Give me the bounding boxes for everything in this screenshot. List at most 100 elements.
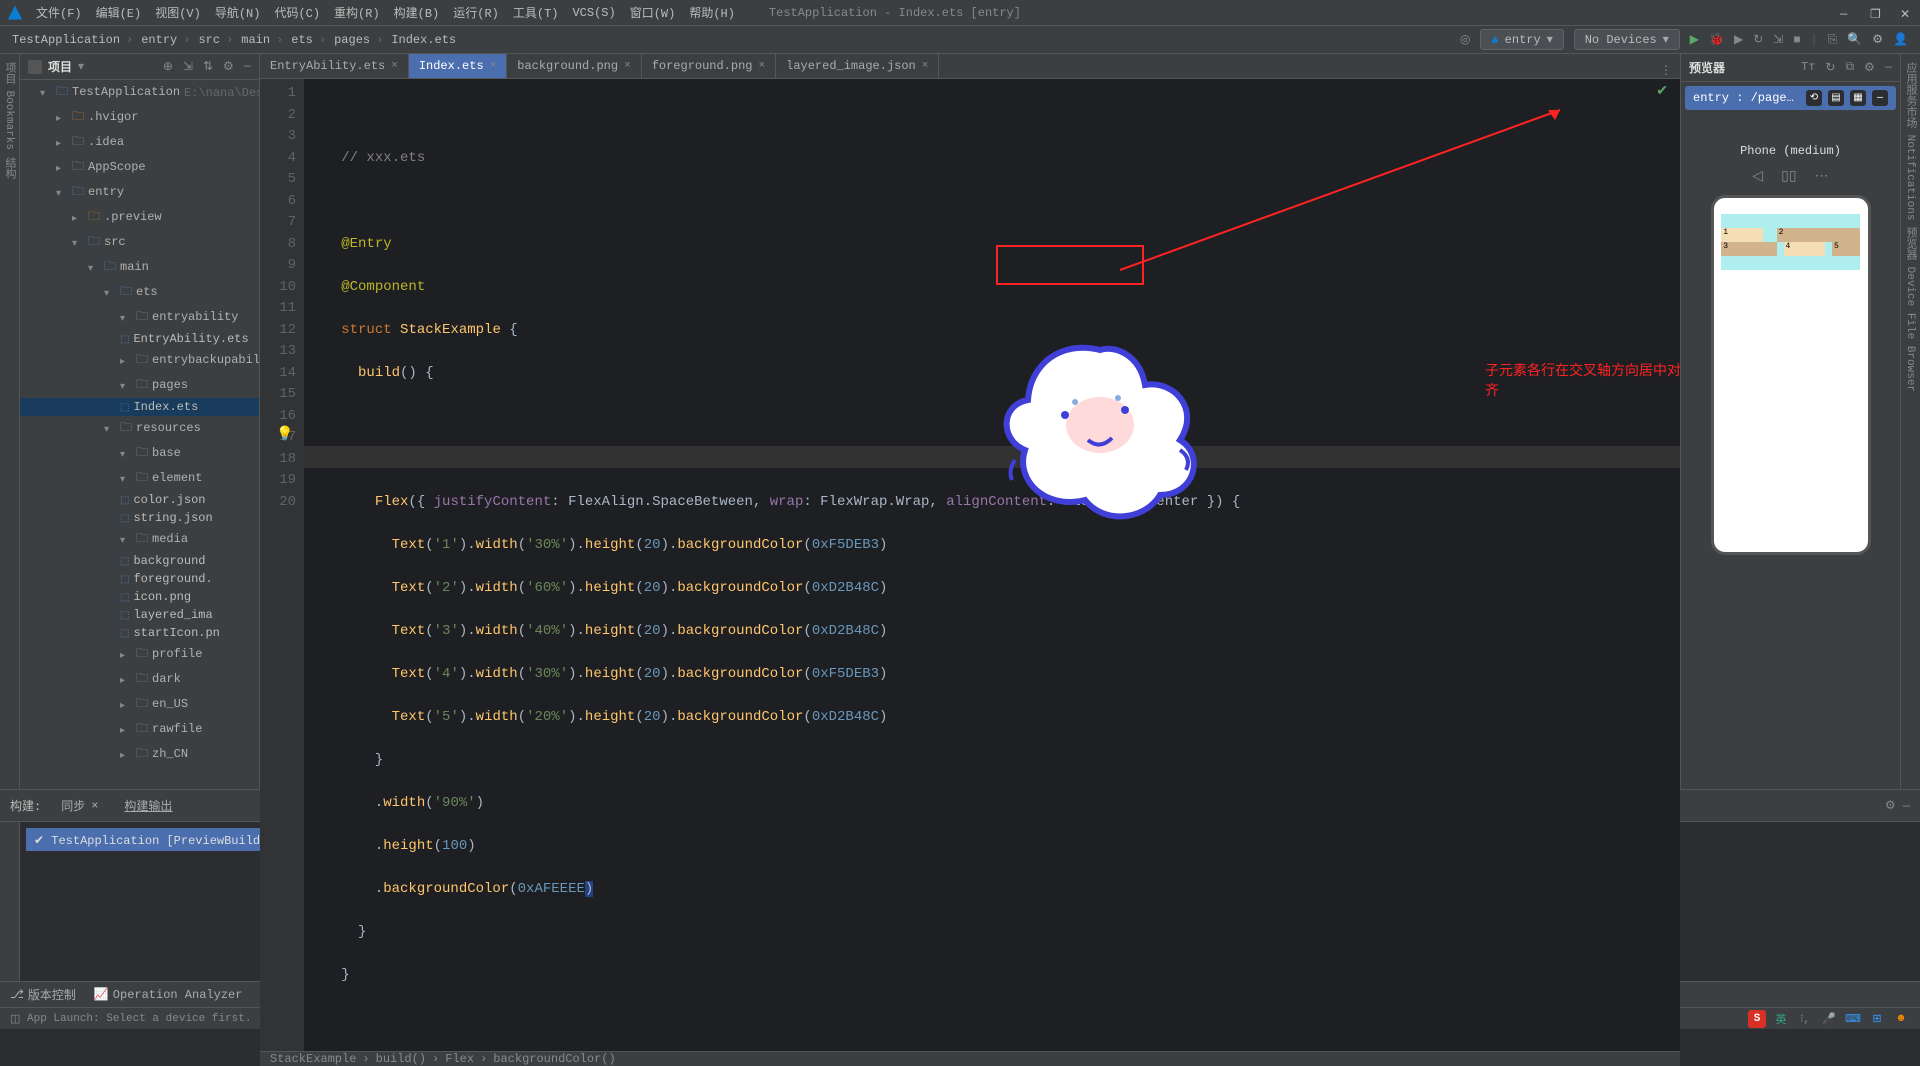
preview-more-icon[interactable]: ⋯ — [1815, 168, 1829, 185]
menu-nav[interactable]: 导航(N) — [215, 4, 261, 21]
tab-close-icon[interactable]: × — [624, 60, 631, 72]
crumb-flex[interactable]: Flex — [445, 1052, 487, 1066]
tree-item[interactable]: rawfile — [20, 717, 259, 742]
inspect-icon[interactable]: ⧉ — [1845, 60, 1854, 75]
build-sync-tab[interactable]: 同步 × — [55, 794, 104, 817]
crumb-ets[interactable]: ets — [291, 33, 326, 47]
crumb-main[interactable]: main — [241, 33, 283, 47]
tree-item[interactable]: entry — [20, 180, 259, 205]
font-icon[interactable]: Tт — [1801, 60, 1815, 75]
tab-close-icon[interactable]: × — [490, 60, 497, 72]
project-label[interactable]: 项目 — [48, 58, 72, 75]
tab-index[interactable]: Index.ets× — [409, 54, 507, 78]
preview-split-icon[interactable]: ▯▯ — [1781, 168, 1796, 185]
layers-icon[interactable]: ▤ — [1828, 90, 1844, 106]
tree-item[interactable]: media — [20, 527, 259, 552]
refresh-icon[interactable]: ↻ — [1753, 32, 1763, 47]
run-icon[interactable]: ▶ — [1690, 32, 1699, 47]
hide-preview-icon[interactable]: — — [1885, 60, 1892, 75]
crumb-pages[interactable]: pages — [334, 33, 383, 47]
menu-code[interactable]: 代码(C) — [274, 4, 320, 21]
menu-build[interactable]: 构建(B) — [394, 4, 440, 21]
debug-icon[interactable]: 🐞 — [1709, 32, 1724, 47]
tree-item[interactable]: layered_ima — [20, 606, 259, 624]
ime-bar[interactable]: S 英 ⁝, 🎤 ⌨ ⊞ ☻ — [1748, 1010, 1910, 1028]
tree-hide-icon[interactable]: — — [244, 59, 251, 74]
code-content[interactable]: 💡 // xxx.ets @Entry @Component struct St… — [304, 79, 1680, 1051]
tree-item[interactable]: zh_CN — [20, 742, 259, 767]
crumb-bg[interactable]: backgroundColor() — [493, 1052, 615, 1066]
tree-item[interactable]: dark — [20, 667, 259, 692]
preview-entry-dropdown[interactable]: entry : /page… ⟲▤▦— — [1685, 86, 1896, 110]
tab-close-icon[interactable]: × — [391, 60, 398, 72]
tree-item[interactable]: startIcon.pn — [20, 624, 259, 642]
tab-layered[interactable]: layered_image.json× — [776, 54, 939, 78]
target-icon[interactable]: ◎ — [1460, 32, 1470, 47]
menu-edit[interactable]: 编辑(E) — [96, 4, 142, 21]
tree-item[interactable]: AppScope — [20, 155, 259, 180]
tree-item[interactable]: entryability — [20, 305, 259, 330]
tree-item[interactable]: en_US — [20, 692, 259, 717]
tab-entryability[interactable]: EntryAbility.ets× — [260, 54, 409, 78]
crumb-build[interactable]: build() — [376, 1052, 440, 1066]
tree-item[interactable]: ets — [20, 280, 259, 305]
tree-root[interactable]: TestApplication E:\nana\Desktop\ — [20, 80, 259, 105]
tree-item[interactable]: profile — [20, 642, 259, 667]
menu-run[interactable]: 运行(R) — [453, 4, 499, 21]
tree-item[interactable]: EntryAbility.ets — [20, 330, 259, 348]
tree-item[interactable]: src — [20, 230, 259, 255]
build-output-tab[interactable]: 构建输出 — [118, 794, 178, 817]
minimize-icon[interactable]: — — [1840, 7, 1852, 19]
tree-item[interactable]: resources — [20, 416, 259, 441]
rotate-icon[interactable]: ⟲ — [1806, 90, 1822, 106]
menu-help[interactable]: 帮助(H) — [689, 4, 735, 21]
tab-close-icon[interactable]: × — [759, 60, 766, 72]
refresh-preview-icon[interactable]: ↻ — [1825, 60, 1835, 75]
tree-collapse-icon[interactable]: ⇲ — [183, 59, 193, 74]
module-dropdown[interactable]: ▲entry — [1480, 29, 1563, 50]
tree-item[interactable]: string.json — [20, 509, 259, 527]
settings-icon[interactable]: ⚙ — [1872, 32, 1883, 47]
device-dropdown[interactable]: No Devices — [1574, 29, 1680, 50]
intention-bulb-icon[interactable]: 💡 — [276, 425, 293, 447]
stop-icon[interactable]: ■ — [1793, 33, 1800, 47]
tree-settings-icon[interactable]: ⚙ — [223, 59, 234, 74]
tree-item[interactable]: main — [20, 255, 259, 280]
tab-background[interactable]: background.png× — [507, 54, 641, 78]
tab-close-icon[interactable]: × — [922, 60, 929, 72]
project-view-icon[interactable] — [28, 60, 42, 74]
crumb-file[interactable]: Index.ets — [391, 33, 456, 47]
tree-item[interactable]: element — [20, 466, 259, 491]
menu-window[interactable]: 窗口(W) — [630, 4, 676, 21]
tree-item[interactable]: background — [20, 552, 259, 570]
menu-tools[interactable]: 工具(T) — [513, 4, 559, 21]
right-tool-strip[interactable]: 应用服务市场 Notifications 预览器 Device File Bro… — [1900, 54, 1920, 789]
tree-item[interactable]: .hvigor — [20, 105, 259, 130]
code-editor[interactable]: ✔ 1234567891011121314151617181920 💡 // x… — [260, 79, 1680, 1051]
tree-item[interactable]: .preview — [20, 205, 259, 230]
tab-foreground[interactable]: foreground.png× — [642, 54, 776, 78]
tree-item[interactable]: foreground. — [20, 570, 259, 588]
account-icon[interactable]: 👤 — [1893, 32, 1908, 47]
settings-preview-icon[interactable]: ⚙ — [1864, 60, 1875, 75]
tree-item[interactable]: pages — [20, 373, 259, 398]
attach-icon[interactable]: ⇲ — [1773, 32, 1783, 47]
menu-view[interactable]: 视图(V) — [155, 4, 201, 21]
vcs-icon[interactable]: ⎘ — [1828, 33, 1838, 47]
menu-vcs[interactable]: VCS(S) — [572, 6, 615, 20]
left-tool-strip[interactable]: 项目 Bookmarks 结构 — [0, 54, 20, 789]
more-icon[interactable]: — — [1872, 90, 1888, 106]
crumb-src[interactable]: src — [198, 33, 233, 47]
menu-file[interactable]: 文件(F) — [36, 4, 82, 21]
ime-sogou-icon[interactable]: S — [1748, 1010, 1766, 1028]
tree-target-icon[interactable]: ⊕ — [163, 59, 173, 74]
tree-item[interactable]: color.json — [20, 491, 259, 509]
close-icon[interactable]: ✕ — [1900, 7, 1912, 19]
tree-item[interactable]: icon.png — [20, 588, 259, 606]
tree-sort-icon[interactable]: ⇅ — [203, 59, 213, 74]
tree-item[interactable]: base — [20, 441, 259, 466]
grid-icon[interactable]: ▦ — [1850, 90, 1866, 106]
tool-op[interactable]: 📈 Operation Analyzer — [94, 987, 243, 1002]
tree-item[interactable]: entrybackupability — [20, 348, 259, 373]
tree-item[interactable]: .idea — [20, 130, 259, 155]
